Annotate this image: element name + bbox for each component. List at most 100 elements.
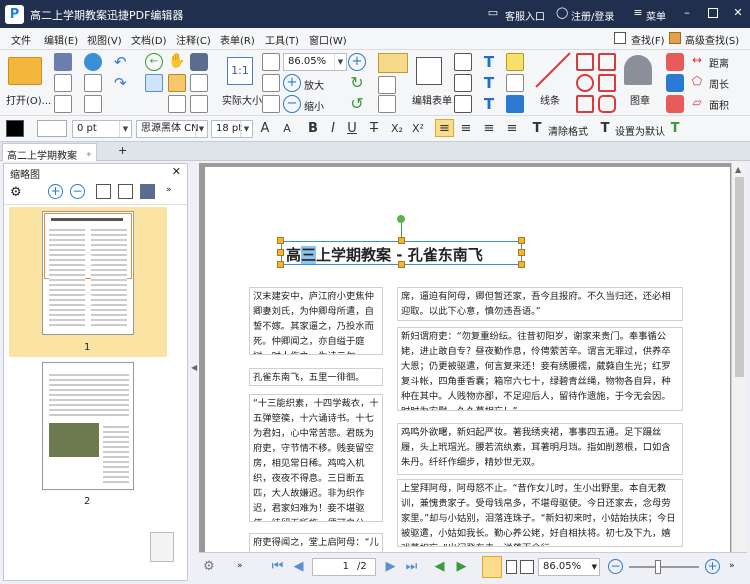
distance-button[interactable]: 距离	[709, 55, 729, 70]
text-block-right-3[interactable]: 鸡鸣外欲曙，新妇起严妆。著我绣夹裙，事事四五通。足下蹑丝履，头上玳瑁光。腰若流纨…	[397, 423, 683, 475]
tab-close-icon[interactable]: *	[86, 151, 91, 162]
first-page-icon[interactable]: ⏮	[270, 559, 285, 574]
text-block-left-2[interactable]: 孔雀东南飞，五里一徘徊。	[249, 368, 383, 386]
callout-icon[interactable]: T	[480, 95, 498, 113]
eraser-icon[interactable]	[666, 53, 684, 71]
resize-handle-t[interactable]	[398, 237, 405, 244]
edit-content-icon[interactable]	[378, 53, 408, 73]
single-page-view-icon[interactable]	[482, 556, 502, 578]
zoom-out-button[interactable]: 缩小	[304, 98, 324, 113]
bold-icon[interactable]: B	[305, 120, 321, 138]
zoom-plus-icon[interactable]: +	[348, 53, 366, 71]
zoom-combo[interactable]: 86.05% ▼	[283, 53, 347, 71]
panel-close-icon[interactable]: ✕	[172, 165, 181, 178]
panel-splitter[interactable]: ◀	[190, 163, 198, 581]
export-icon[interactable]	[84, 95, 102, 113]
stroke-color-dropdown[interactable]	[37, 120, 67, 137]
nav-forward-icon[interactable]: ▶	[454, 559, 469, 574]
rotate-right-icon[interactable]: ↻	[348, 74, 366, 92]
clear-format-button[interactable]: 清除格式	[548, 123, 588, 138]
thumbnail-page-2[interactable]	[42, 362, 134, 490]
close-icon[interactable]: ✕	[732, 7, 744, 19]
menu-form[interactable]: 表单(R)	[220, 32, 255, 47]
line-width-combo[interactable]: 0 pt ▼	[72, 120, 132, 138]
menu-window[interactable]: 窗口(W)	[309, 32, 347, 47]
font-size-combo[interactable]: 18 pt ▼	[211, 120, 253, 138]
pencil-icon[interactable]	[666, 74, 684, 92]
decrease-font-icon[interactable]: A	[278, 120, 296, 138]
page-icon[interactable]	[84, 74, 102, 92]
underline-icon[interactable]: U	[344, 120, 360, 138]
menu-edit[interactable]: 编辑(E)	[44, 32, 78, 47]
attach-icon[interactable]	[190, 95, 208, 113]
note-icon[interactable]	[506, 53, 524, 71]
resize-handle-br[interactable]	[518, 261, 525, 268]
lines-button[interactable]: 线条	[540, 92, 560, 107]
text-check-icon[interactable]: T	[667, 120, 683, 138]
actual-size-button[interactable]: 实际大小	[222, 92, 262, 107]
status-zoom-in-icon[interactable]: +	[705, 559, 720, 574]
rotate-left-icon[interactable]: ↺	[348, 95, 366, 113]
form-field-icon-2[interactable]	[454, 74, 472, 92]
edit-form-button[interactable]: 编辑表单	[412, 92, 452, 107]
text-block-right-2[interactable]: 新妇谓府吏：“勿复重纷纭。往昔初阳岁，谢家来贵门。奉事循公姥，进止敢自专？昼夜勤…	[397, 327, 683, 411]
sound-icon[interactable]	[506, 95, 524, 113]
cloud-icon[interactable]	[84, 53, 102, 71]
last-page-icon[interactable]: ⏭	[404, 559, 419, 574]
fit-visible-icon[interactable]	[262, 95, 280, 113]
document-title[interactable]: 高三上学期教案 - 孔雀东南飞	[286, 244, 483, 265]
textbox-icon[interactable]: T	[480, 74, 498, 92]
crop-icon[interactable]	[168, 95, 186, 113]
tab-add-icon[interactable]: +	[118, 144, 127, 157]
subscript-icon[interactable]: X₂	[389, 120, 405, 138]
add-text-icon[interactable]	[378, 76, 396, 94]
rotate-handle[interactable]	[397, 215, 405, 223]
increase-font-icon[interactable]: A	[256, 120, 274, 138]
polyline-tool-icon[interactable]	[598, 74, 616, 92]
print-pages-icon[interactable]	[140, 184, 155, 199]
form-field-icon-1[interactable]	[454, 53, 472, 71]
advanced-find-button[interactable]: 高级查找(S)	[685, 32, 739, 47]
fit-width-icon[interactable]	[262, 74, 280, 92]
resize-handle-tl[interactable]	[277, 237, 284, 244]
gear-icon[interactable]: ⚙	[10, 185, 22, 200]
circle-tool-icon[interactable]	[576, 74, 594, 92]
pdf-page[interactable]: 高三上学期教案 - 孔雀东南飞 汉末建安中，庐江府小吏焦仲卿妻刘氏，为仲卿母所遣…	[205, 167, 730, 557]
zoom-in-button[interactable]: 放大	[304, 77, 324, 92]
prev-page-icon[interactable]: ◀	[291, 559, 306, 574]
perimeter-button[interactable]: 周长	[709, 76, 729, 91]
menu-tools[interactable]: 工具(T)	[265, 32, 299, 47]
undo-icon[interactable]: ↶	[114, 53, 132, 71]
menu-document[interactable]: 文档(D)	[131, 32, 167, 47]
facing-view-icon[interactable]	[520, 560, 534, 574]
pentagon-tool-icon[interactable]	[598, 53, 616, 71]
cloud-tool-icon[interactable]	[598, 95, 616, 113]
save-icon[interactable]	[54, 53, 72, 71]
print-icon[interactable]	[54, 74, 72, 92]
attach-file-icon[interactable]	[506, 74, 524, 92]
status-more-icon[interactable]: »	[237, 561, 243, 571]
stamp-button[interactable]: 图章	[630, 92, 650, 107]
fit-page-icon[interactable]	[262, 53, 280, 71]
nav-back-icon[interactable]: ◀	[432, 559, 447, 574]
fill-color-swatch[interactable]	[6, 120, 24, 137]
status-gear-icon[interactable]: ⚙	[203, 559, 215, 574]
resize-handle-l[interactable]	[277, 249, 284, 256]
justify-icon[interactable]: ≡	[504, 120, 520, 138]
customer-service-link[interactable]: 客服入口	[505, 8, 545, 23]
text-block-right-1[interactable]: 席，逼迫有阿母，卿但暂还家，吾今且报府。不久当归还，还必相迎取。以此下心意，慎勿…	[397, 287, 683, 321]
zoom-out-icon[interactable]: −	[283, 95, 301, 113]
rotate-page-right-icon[interactable]	[118, 184, 133, 199]
text-block-right-4[interactable]: 上堂拜阿母，阿母怒不止。“昔作女儿时，生小出野里。本自无教训，兼愧贵家子。受母钱…	[397, 479, 683, 547]
resize-handle-bl[interactable]	[277, 261, 284, 268]
document-icon[interactable]	[54, 95, 72, 113]
zoom-slider-thumb[interactable]	[655, 560, 661, 574]
scroll-thumb[interactable]	[735, 177, 744, 377]
open-button[interactable]: 打开(O)...	[6, 92, 51, 107]
clear-icon[interactable]	[666, 95, 684, 113]
menu-comment[interactable]: 注释(C)	[176, 32, 211, 47]
more-icon[interactable]: »	[166, 185, 172, 195]
align-right-icon[interactable]: ≡	[481, 120, 497, 138]
align-center-icon[interactable]: ≡	[458, 120, 474, 138]
hand-icon[interactable]: ✋	[168, 53, 186, 71]
